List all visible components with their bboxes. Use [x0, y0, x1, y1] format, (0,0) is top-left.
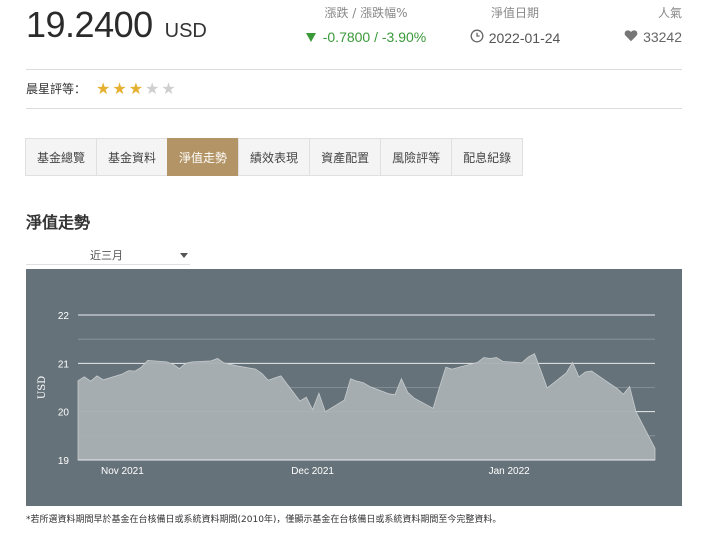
- x-tick-label: Nov 2021: [101, 466, 144, 477]
- y-axis-label: USD: [37, 376, 48, 399]
- fund-tabs: 基金總覽 基金資料 淨值走勢 績效表現 資產配置 風險評等 配息紀錄: [25, 138, 524, 176]
- nav-series-area: [77, 353, 656, 461]
- tab-3[interactable]: 績效表現: [238, 138, 311, 176]
- morningstar-rating: 晨星評等： ★ ★ ★ ★ ★: [26, 80, 176, 97]
- section-title: 淨值走勢: [26, 213, 91, 232]
- change-stat: 漲跌 / 漲跌幅% -0.7800 / -3.90%: [296, 4, 436, 45]
- tab-0[interactable]: 基金總覽: [25, 138, 98, 176]
- nav-chart: 19 20 21 22 Nov 2021 Dec 2021 Jan 2022 USD: [26, 269, 682, 506]
- y-tick-label: 22: [58, 311, 70, 322]
- tab-5[interactable]: 風險評等: [380, 138, 453, 176]
- popularity-stat: 人氣 33242: [612, 4, 682, 45]
- star-empty-icon: ★: [145, 78, 160, 98]
- nav-price: 19.2400: [26, 4, 153, 45]
- change-label: 漲跌 / 漲跌幅%: [324, 6, 408, 20]
- star-filled-icon: ★: [128, 78, 144, 98]
- rating-label: 晨星評等：: [26, 82, 87, 96]
- divider: [26, 108, 682, 109]
- x-tick-label: Dec 2021: [291, 466, 334, 477]
- nav-chart-svg: 19 20 21 22 Nov 2021 Dec 2021 Jan 2022 USD: [37, 311, 656, 477]
- y-tick-label: 19: [58, 456, 70, 467]
- range-select[interactable]: 近三月: [26, 246, 190, 265]
- range-select-value: 近三月: [90, 249, 123, 262]
- star-empty-icon: ★: [161, 78, 176, 98]
- nav-date-label: 淨值日期: [490, 6, 539, 20]
- divider: [26, 69, 682, 70]
- heart-icon[interactable]: [624, 29, 638, 45]
- rating-stars: ★ ★ ★ ★ ★: [96, 78, 176, 98]
- clock-icon: [470, 29, 484, 46]
- footnote: *若所選資料期間早於基金在台核備日或系統資料期間(2010年)，僅顯示基金在台核…: [26, 515, 502, 525]
- y-tick-label: 20: [58, 408, 70, 419]
- star-filled-icon: ★: [112, 78, 127, 98]
- tab-2[interactable]: 淨值走勢: [167, 138, 240, 176]
- tab-4[interactable]: 資產配置: [309, 138, 382, 176]
- tab-6[interactable]: 配息紀錄: [451, 138, 524, 176]
- nav-date-row: 2022-01-24: [460, 29, 570, 46]
- tab-1[interactable]: 基金資料: [96, 138, 169, 176]
- y-tick-label: 21: [58, 359, 70, 370]
- nav-price-block: 19.2400 USD: [26, 4, 207, 46]
- change-value-row: -0.7800 / -3.90%: [296, 29, 436, 45]
- caret-down-icon: [180, 253, 188, 258]
- popularity-label: 人氣: [657, 6, 682, 20]
- down-triangle-icon: [305, 32, 316, 42]
- popularity-row: 33242: [612, 29, 682, 45]
- currency-label: USD: [164, 20, 207, 42]
- nav-date-value: 2022-01-24: [488, 29, 561, 46]
- nav-date-stat: 淨值日期 2022-01-24: [460, 4, 570, 46]
- x-tick-label: Jan 2022: [489, 466, 531, 477]
- popularity-value: 33242: [643, 29, 682, 45]
- star-filled-icon: ★: [96, 78, 111, 98]
- change-value: -0.7800 / -3.90%: [322, 29, 427, 45]
